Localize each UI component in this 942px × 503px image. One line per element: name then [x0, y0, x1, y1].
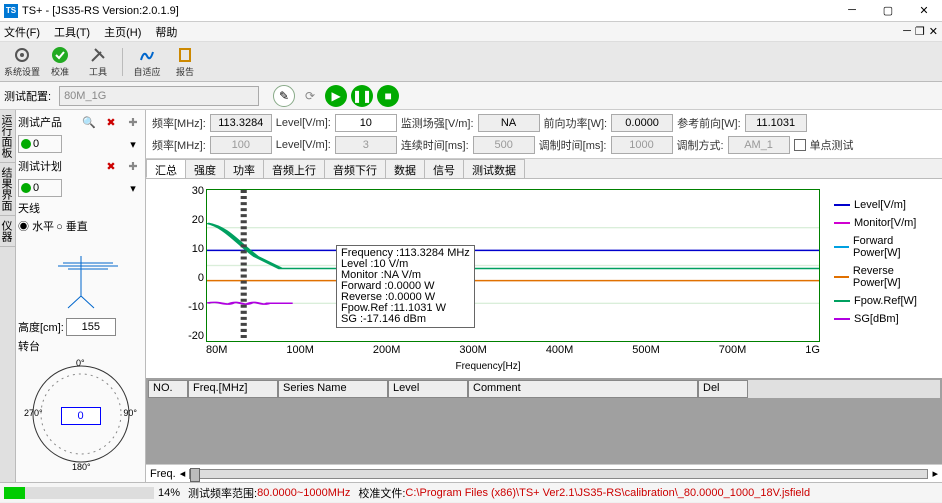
single-test-checkbox[interactable]: [794, 139, 806, 151]
turntable-label: 转台: [18, 338, 40, 354]
config-row: 测试配置: 80M_1G ✎ ⟳ ▶ ❚❚ ■: [0, 82, 942, 110]
tab-data[interactable]: 数据: [385, 159, 425, 178]
turntable-dial[interactable]: 0° 270° 90° 180°: [18, 356, 143, 476]
progress-bar: [4, 487, 154, 499]
slider-right-icon[interactable]: ▸: [932, 467, 938, 480]
check-icon: [50, 45, 70, 65]
tab-testdata[interactable]: 测试数据: [463, 159, 525, 178]
freq-slider[interactable]: Freq. ◂ ▸: [146, 464, 942, 482]
add-icon[interactable]: ✚: [123, 112, 143, 132]
product-counter[interactable]: 0: [18, 135, 62, 153]
forward-value: 0.0000: [611, 114, 673, 132]
chart[interactable]: 3020100-10-20 80M100M200M300M400M500M700…: [146, 179, 830, 378]
tab-audio-down[interactable]: 音频下行: [324, 159, 386, 178]
right-panel: 频率[MHz]: 113.3284 Level[V/m]: 10 监测场强[V/…: [146, 110, 942, 482]
height-label: 高度[cm]:: [18, 319, 64, 335]
vertical-tabs: 运行面板 结果界面 仪器: [0, 110, 16, 482]
freq-value: 113.3284: [210, 114, 272, 132]
delete-plan-icon[interactable]: ✖: [101, 156, 121, 176]
level-input[interactable]: 10: [335, 114, 397, 132]
reload-button[interactable]: ⟳: [299, 85, 321, 107]
menu-home[interactable]: 主页(H): [104, 24, 141, 40]
stop-button[interactable]: ■: [377, 85, 399, 107]
left-panel: 测试产品 🔍 ✖ ✚ 0 ▾ 测试计划 ✖ ✚ 0 ▾ 天线 ◉ 水平 ○ 垂直: [16, 110, 146, 482]
vtab-result[interactable]: 结果界面: [0, 163, 15, 216]
play-button[interactable]: ▶: [325, 85, 347, 107]
menu-file[interactable]: 文件(F): [4, 24, 40, 40]
main-toolbar: 系统设置 校准 工具 自适应 报告: [0, 42, 942, 82]
mdi-minimize-icon[interactable]: ─: [903, 25, 911, 38]
chart-legend: Level[V/m] Monitor[V/m] Forward Power[W]…: [830, 179, 942, 378]
add-plan-icon[interactable]: ✚: [123, 156, 143, 176]
param-rows: 频率[MHz]: 113.3284 Level[V/m]: 10 监测场强[V/…: [146, 110, 942, 159]
tools-icon: [88, 45, 108, 65]
vtab-instr[interactable]: 仪器: [0, 216, 15, 247]
test-plan-label: 测试计划: [18, 158, 99, 174]
edit-button[interactable]: ✎: [273, 85, 295, 107]
menu-help[interactable]: 帮助: [155, 24, 177, 40]
angle-input[interactable]: [61, 407, 101, 425]
calibrate-button[interactable]: 校准: [42, 44, 78, 80]
pause-button[interactable]: ❚❚: [351, 85, 373, 107]
menu-bar: 文件(F) 工具(T) 主页(H) 帮助 ─ ❐ ✕: [0, 22, 942, 42]
slider-left-icon[interactable]: ◂: [180, 467, 186, 480]
settings-button[interactable]: 系统设置: [4, 44, 40, 80]
orient-h-radio[interactable]: ◉ 水平: [18, 218, 54, 234]
status-bar: 14% 测试频率范围: 80.0000~1000MHz 校准文件: C:\Pro…: [0, 482, 942, 502]
search-icon[interactable]: 🔍: [79, 112, 99, 132]
height-input[interactable]: [66, 318, 116, 336]
adapt-icon: [137, 45, 157, 65]
adapt-button[interactable]: 自适应: [129, 44, 165, 80]
mdi-close-icon[interactable]: ✕: [929, 25, 938, 38]
chart-tooltip: Frequency :113.3284 MHz Level :10 V/m Mo…: [336, 245, 475, 328]
menu-tool[interactable]: 工具(T): [54, 24, 90, 40]
chevron-down-icon[interactable]: ▾: [123, 134, 143, 154]
chevron-down-icon-2[interactable]: ▾: [123, 178, 143, 198]
window-title: TS+ - [JS35-RS Version:2.0.1.9]: [22, 5, 838, 17]
monitor-value: NA: [478, 114, 540, 132]
test-product-label: 测试产品: [18, 114, 77, 130]
mod-type-dropdown[interactable]: AM_1: [728, 136, 790, 154]
vtab-run[interactable]: 运行面板: [0, 110, 15, 163]
title-bar: TS TS+ - [JS35-RS Version:2.0.1.9] ─ ▢ ✕: [0, 0, 942, 22]
tab-audio-up[interactable]: 音频上行: [263, 159, 325, 178]
config-label: 测试配置:: [4, 88, 51, 104]
delete-icon[interactable]: ✖: [101, 112, 121, 132]
antenna-label: 天线: [18, 200, 40, 216]
config-dropdown[interactable]: 80M_1G: [59, 86, 259, 106]
minimize-button[interactable]: ─: [838, 4, 866, 17]
mdi-restore-icon[interactable]: ❐: [915, 25, 925, 38]
plan-counter[interactable]: 0: [18, 179, 62, 197]
data-grid[interactable]: NO. Freq.[MHz] Series Name Level Comment…: [146, 378, 942, 464]
tab-signal[interactable]: 信号: [424, 159, 464, 178]
maximize-button[interactable]: ▢: [874, 4, 902, 17]
report-button[interactable]: 报告: [167, 44, 203, 80]
tab-summary[interactable]: 汇总: [146, 159, 186, 178]
antenna-graphic: [18, 236, 143, 316]
orient-v-radio[interactable]: ○ 垂直: [56, 218, 88, 234]
tools-button[interactable]: 工具: [80, 44, 116, 80]
gear-icon: [12, 45, 32, 65]
result-tabs: 汇总 强度 功率 音频上行 音频下行 数据 信号 测试数据: [146, 159, 942, 179]
tab-strength[interactable]: 强度: [185, 159, 225, 178]
app-icon: TS: [4, 4, 18, 18]
ref-value: 11.1031: [745, 114, 807, 132]
report-icon: [175, 45, 195, 65]
close-button[interactable]: ✕: [910, 4, 938, 17]
tab-power[interactable]: 功率: [224, 159, 264, 178]
progress-pct: 14%: [158, 487, 180, 499]
